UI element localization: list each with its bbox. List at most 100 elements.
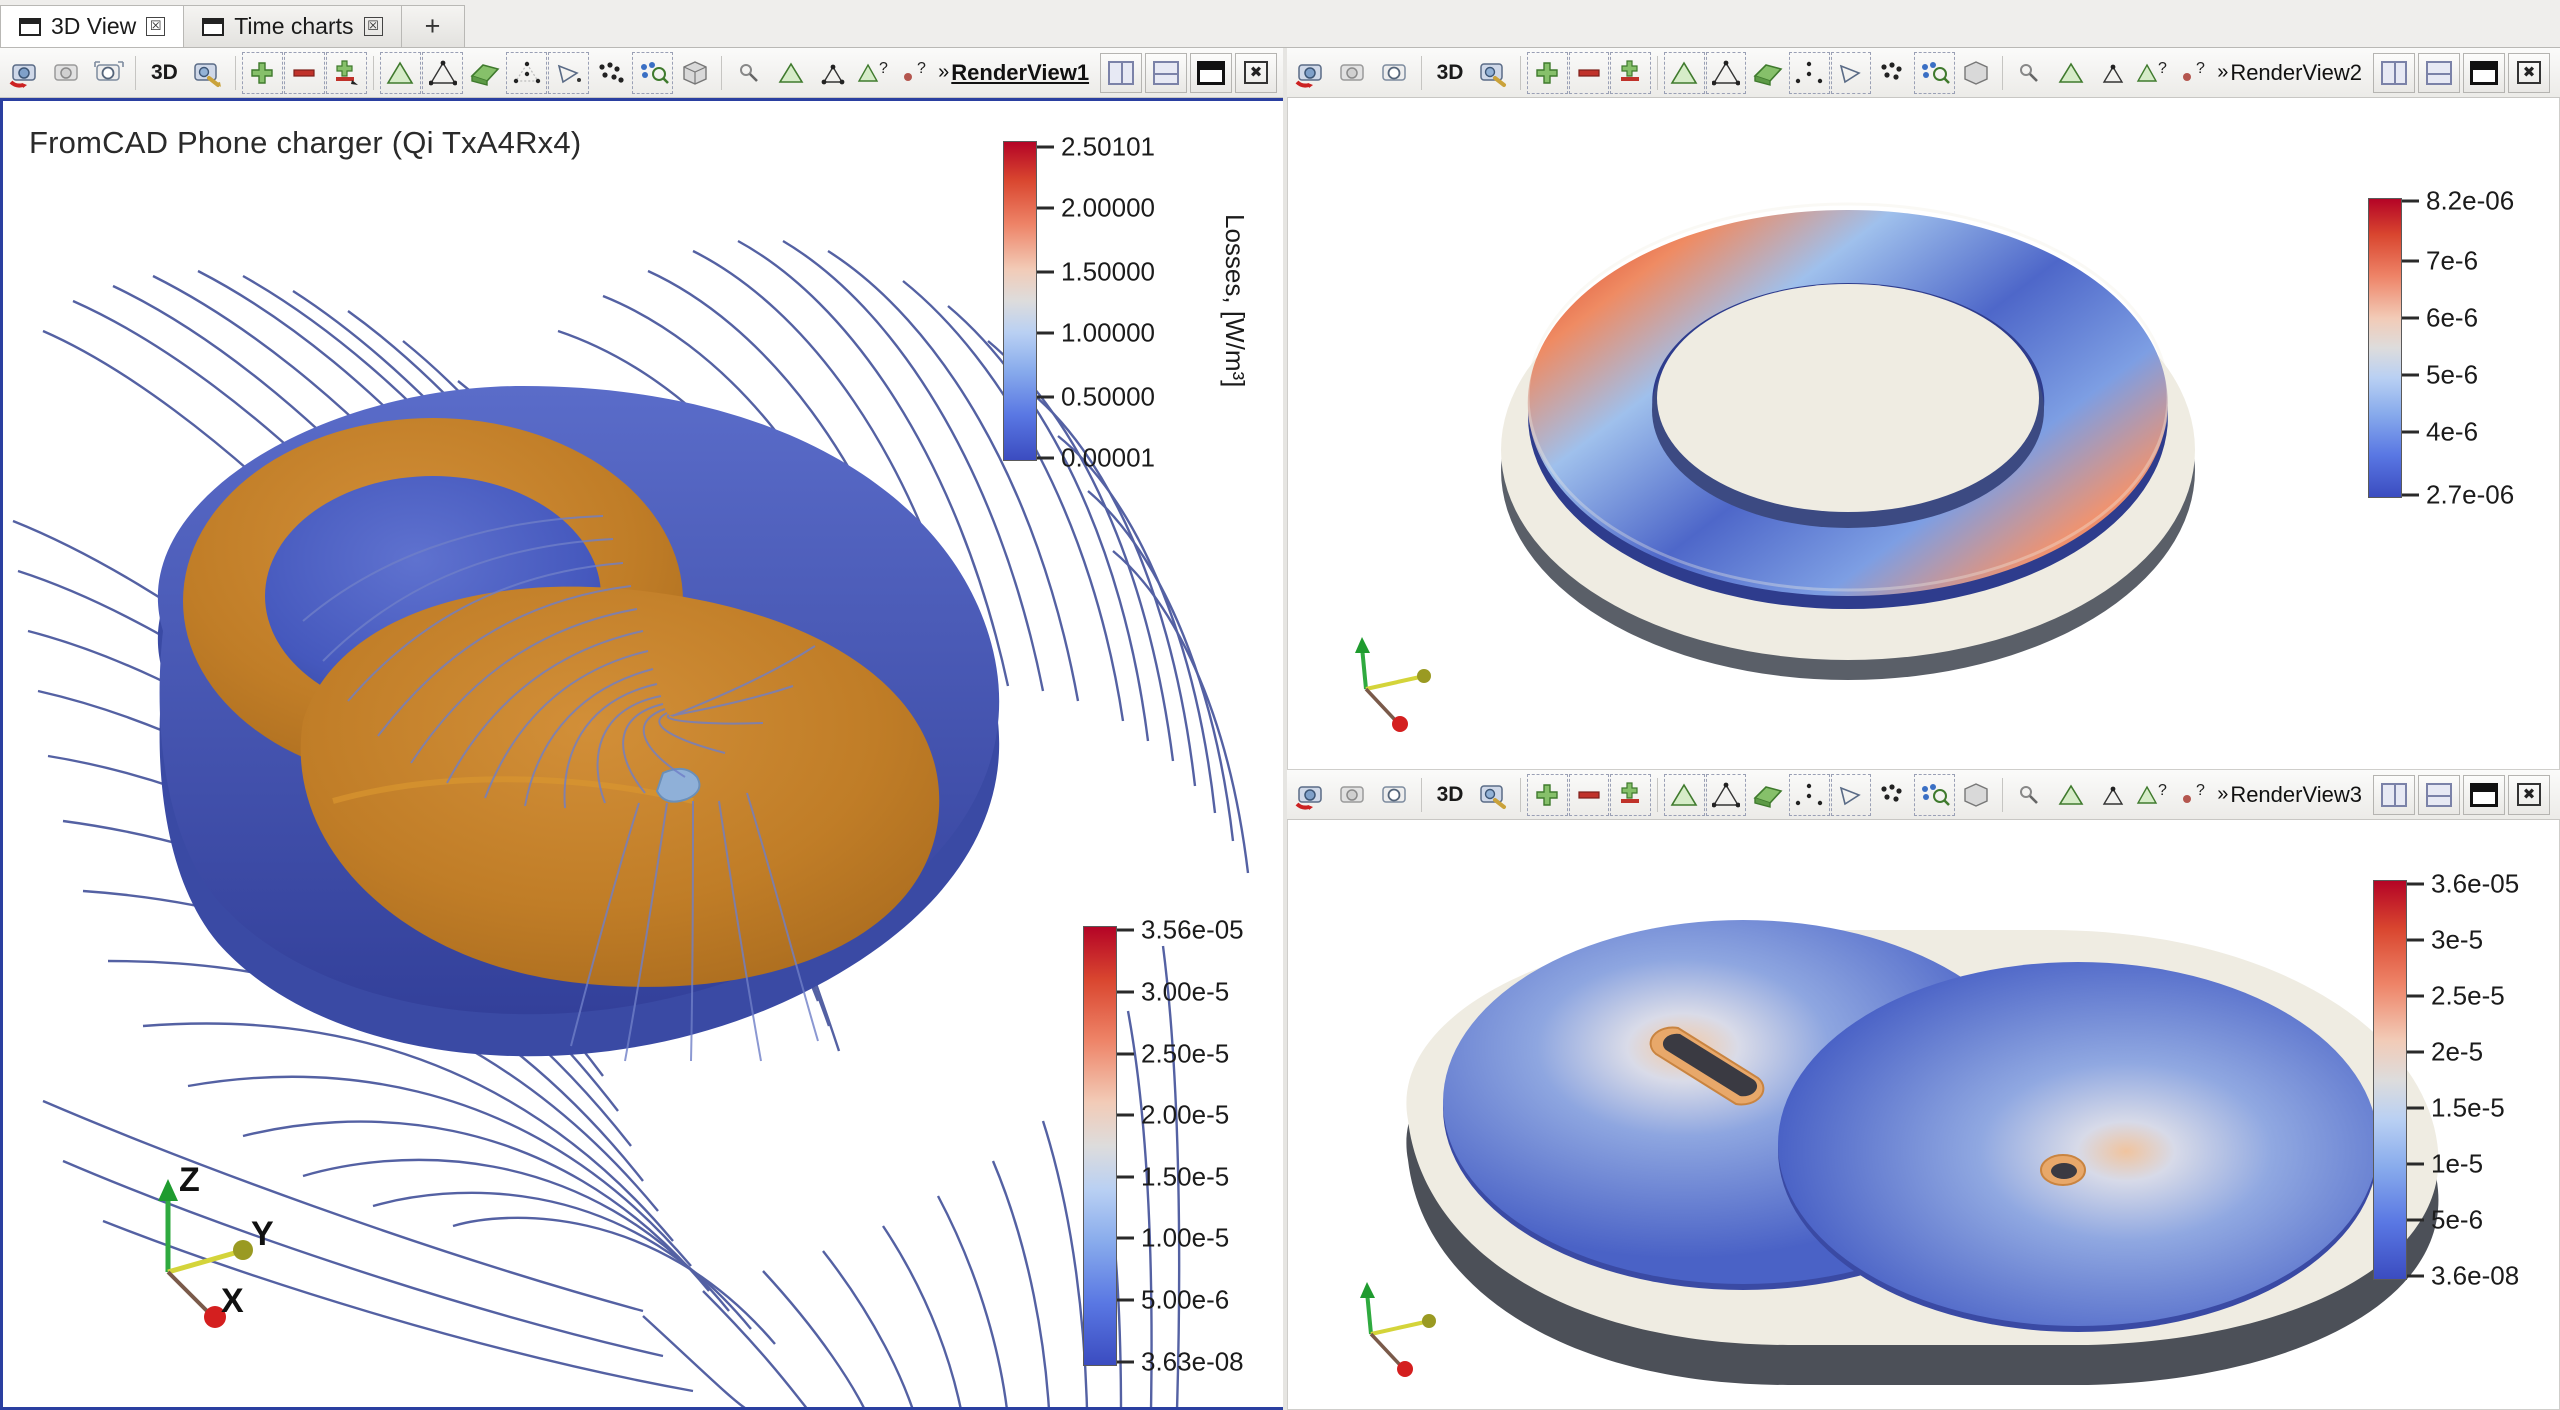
close-view-button[interactable]: ✖ xyxy=(2508,774,2550,815)
color-legend-magnetic-flux-density-abs[interactable]: 3.56e-05 3.00e-5 2.50e-5 2.00e-5 1.50e-5… xyxy=(1083,915,1284,1376)
surface-with-edges-icon[interactable] xyxy=(1747,774,1788,816)
close-view-button[interactable]: ✖ xyxy=(2508,52,2550,93)
zoom-to-box-icon[interactable] xyxy=(188,52,229,94)
reset-camera-icon[interactable] xyxy=(1291,774,1332,816)
zoom-to-data-icon[interactable] xyxy=(1610,51,1651,94)
hover-points-question-icon[interactable]: ? xyxy=(2176,774,2217,816)
zoom-in-icon[interactable] xyxy=(1526,51,1568,94)
render-view-1-name[interactable]: » RenderView1 xyxy=(938,60,1099,86)
surface-icon[interactable] xyxy=(379,51,421,94)
color-legend-losses[interactable]: 2.50101 2.00000 1.50000 1.00000 0.50000 … xyxy=(1003,132,1250,472)
points-icon[interactable] xyxy=(1788,773,1830,816)
orientation-axes-widget-1[interactable]: Z Y X xyxy=(133,1157,283,1328)
reset-camera-icon[interactable] xyxy=(4,52,45,94)
split-vertical-button[interactable] xyxy=(2418,52,2460,93)
select-cells-icon[interactable] xyxy=(770,52,811,94)
close-icon[interactable]: ☒ xyxy=(363,17,383,36)
hover-points-question-icon[interactable]: ? xyxy=(896,52,937,94)
select-points-magnifier-icon[interactable] xyxy=(632,51,674,94)
wireframe-icon[interactable] xyxy=(1705,51,1747,94)
surface-with-edges-icon[interactable] xyxy=(464,52,505,94)
zoom-out-icon[interactable] xyxy=(283,51,325,94)
render-view-3-name[interactable]: » RenderView3 xyxy=(2217,782,2372,808)
zoom-to-box-icon[interactable] xyxy=(1473,774,1514,816)
point-cloud-icon[interactable] xyxy=(1872,52,1913,94)
render-view-2-canvas[interactable]: 8.2e-06 7e-6 6e-6 5e-6 4e-6 2.7e-06 Magn… xyxy=(1287,98,2560,770)
zoom-to-box-icon[interactable] xyxy=(1473,52,1514,94)
triangle-outline-icon[interactable] xyxy=(548,51,590,94)
hover-points-question-icon[interactable]: ? xyxy=(2176,52,2217,94)
orientation-axes-widget-3[interactable] xyxy=(1343,1264,1453,1384)
wireframe-icon[interactable] xyxy=(422,51,464,94)
split-horizontal-button[interactable] xyxy=(2373,52,2415,93)
undo-camera-icon[interactable] xyxy=(1333,52,1374,94)
split-vertical-button[interactable] xyxy=(1145,52,1188,93)
wireframe-icon[interactable] xyxy=(1705,773,1747,816)
triangle-outline-icon[interactable] xyxy=(1830,51,1872,94)
toggle-3d-button[interactable]: 3D xyxy=(1428,774,1472,816)
hover-cells-question-icon[interactable]: ? xyxy=(2134,52,2175,94)
tab-label: Time charts xyxy=(234,13,354,39)
undo-camera-icon[interactable] xyxy=(1333,774,1374,816)
zoom-in-icon[interactable] xyxy=(241,51,283,94)
select-block-icon[interactable] xyxy=(812,52,853,94)
select-points-magnifier-icon[interactable] xyxy=(1913,51,1955,94)
select-cells-icon[interactable] xyxy=(2051,52,2092,94)
maximize-view-button[interactable] xyxy=(2463,774,2505,815)
zoom-in-icon[interactable] xyxy=(1526,773,1568,816)
tab-time-charts[interactable]: Time charts ☒ xyxy=(183,5,402,47)
close-view-button[interactable]: ✖ xyxy=(1235,52,1278,93)
zoom-out-icon[interactable] xyxy=(1568,51,1610,94)
points-icon[interactable] xyxy=(1788,51,1830,94)
triangle-outline-icon[interactable] xyxy=(1830,773,1872,816)
tab-3d-view[interactable]: 3D View ☒ xyxy=(0,5,185,47)
box-icon[interactable] xyxy=(674,52,715,94)
maximize-view-button[interactable] xyxy=(1190,52,1233,93)
render-view-3-window-buttons: ✖ xyxy=(2373,774,2556,815)
redo-camera-icon[interactable] xyxy=(1374,774,1415,816)
tick-label: 6e-6 xyxy=(2426,302,2479,333)
undo-camera-icon[interactable] xyxy=(46,52,87,94)
tick-label: 5e-6 xyxy=(2426,359,2479,390)
split-horizontal-button[interactable] xyxy=(1100,52,1143,93)
render-view-2-name[interactable]: » RenderView2 xyxy=(2217,60,2372,86)
zoom-to-data-icon[interactable] xyxy=(325,51,367,94)
zoom-out-icon[interactable] xyxy=(1568,773,1610,816)
points-icon[interactable] xyxy=(506,51,548,94)
color-legend-magnetic-flux-density-rv3[interactable]: 3.6e-05 3e-5 2.5e-5 2e-5 1.5e-5 1e-5 5e-… xyxy=(2373,869,2559,1291)
split-horizontal-button[interactable] xyxy=(2373,774,2415,815)
hover-cells-question-icon[interactable]: ? xyxy=(854,52,895,94)
maximize-view-button[interactable] xyxy=(2463,52,2505,93)
close-icon: ✖ xyxy=(1244,61,1269,84)
select-cells-icon[interactable] xyxy=(2051,774,2092,816)
render-view-3-canvas[interactable]: 3.6e-05 3e-5 2.5e-5 2e-5 1.5e-5 1e-5 5e-… xyxy=(1287,820,2560,1410)
box-icon[interactable] xyxy=(1956,52,1997,94)
point-cloud-icon[interactable] xyxy=(1872,774,1913,816)
point-cloud-icon[interactable] xyxy=(590,52,631,94)
orientation-axes-widget-2[interactable] xyxy=(1338,619,1448,739)
color-legend-magnetic-flux-density-rv2[interactable]: 8.2e-06 7e-6 6e-6 5e-6 4e-6 2.7e-06 Magn… xyxy=(2368,186,2559,510)
box-icon[interactable] xyxy=(1956,774,1997,816)
select-block-icon[interactable] xyxy=(2092,774,2133,816)
redo-camera-icon[interactable] xyxy=(88,52,129,94)
split-horizontal-icon xyxy=(2381,782,2407,807)
reset-camera-icon[interactable] xyxy=(1291,52,1332,94)
add-tab-button[interactable]: + xyxy=(400,5,465,47)
split-vertical-button[interactable] xyxy=(2418,774,2460,815)
toolbar-separator xyxy=(1420,55,1422,90)
toggle-3d-button[interactable]: 3D xyxy=(1428,52,1472,94)
pick-point-icon[interactable] xyxy=(2009,52,2050,94)
surface-with-edges-icon[interactable] xyxy=(1747,52,1788,94)
hover-cells-question-icon[interactable]: ? xyxy=(2134,774,2175,816)
select-points-magnifier-icon[interactable] xyxy=(1913,773,1955,816)
close-icon[interactable]: ☒ xyxy=(146,17,166,36)
select-block-icon[interactable] xyxy=(2092,52,2133,94)
pick-point-icon[interactable] xyxy=(728,52,769,94)
zoom-to-data-icon[interactable] xyxy=(1610,773,1651,816)
render-view-1-canvas[interactable]: FromCAD Phone charger (Qi TxA4Rx4) 2.501… xyxy=(0,98,1287,1410)
toggle-3d-button[interactable]: 3D xyxy=(142,52,187,94)
surface-icon[interactable] xyxy=(1663,773,1705,816)
pick-point-icon[interactable] xyxy=(2009,774,2050,816)
redo-camera-icon[interactable] xyxy=(1374,52,1415,94)
surface-icon[interactable] xyxy=(1663,51,1705,94)
